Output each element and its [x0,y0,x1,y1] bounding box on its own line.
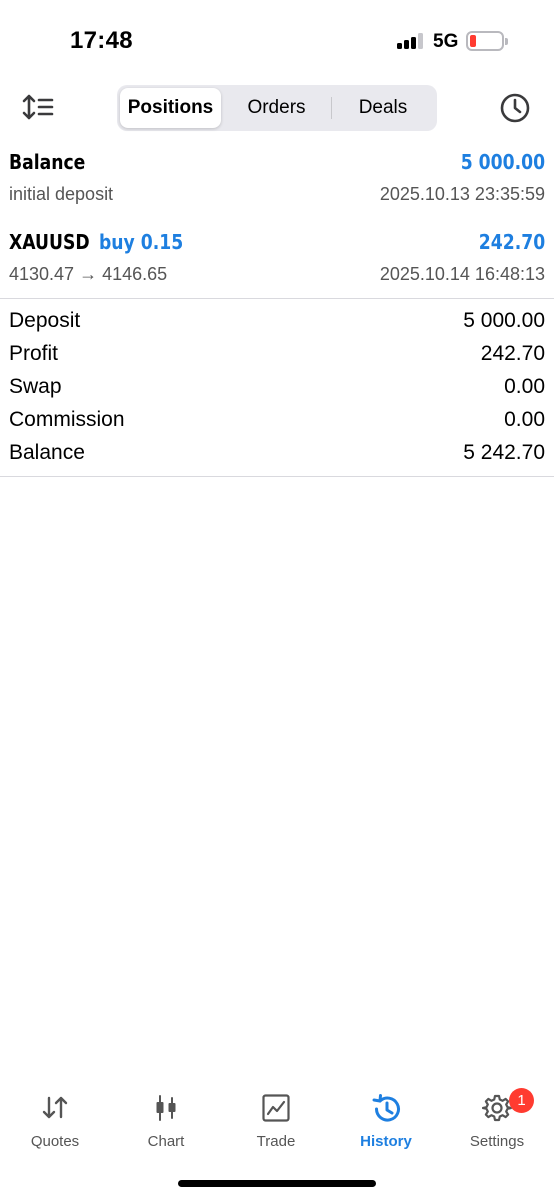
deal-time: 2025.10.14 16:48:13 [379,264,545,284]
cellular-signal-icon [397,33,425,49]
segmented-control: Positions Orders Deals [117,85,437,131]
summary-label: Commission [9,408,125,431]
divider [0,298,554,299]
deal-row-trade-top[interactable]: XAUUSD buy 0.15 242.70 [9,230,545,254]
sort-icon[interactable] [22,92,56,122]
summary-row-profit: Profit 242.70 [9,342,545,366]
summary-label: Deposit [9,309,81,332]
network-type: 5G [433,31,459,52]
tab-label: Quotes [30,1133,80,1150]
status-bar: 17:48 5G [0,0,554,80]
summary-value: 242.70 [480,342,545,365]
summary-value: 0.00 [504,408,545,431]
tab-orders[interactable]: Orders [223,88,330,128]
summary-label: Balance [9,441,85,464]
battery-icon [466,31,504,51]
summary-row-swap: Swap 0.00 [9,375,545,399]
deal-profit: 242.70 [478,230,545,254]
summary-value: 0.00 [504,375,545,398]
chart-icon [156,1095,176,1121]
deal-prices: 4130.47 → 4146.65 [9,264,168,284]
divider [0,476,554,477]
clock-icon[interactable] [499,92,531,124]
deal-row-trade-bottom: 4130.47 → 4146.65 2025.10.14 16:48:13 [9,264,545,285]
deal-row-balance-top[interactable]: Balance 5 000.00 [9,150,545,174]
bottom-tab-bar: Quotes Chart Trade History Settings [0,1088,554,1158]
deal-title: Balance [9,150,86,174]
tab-label: Settings [469,1133,525,1150]
tab-deals[interactable]: Deals [332,88,434,128]
tab-trade[interactable]: Trade [221,1088,331,1158]
history-icon [372,1094,400,1122]
status-time: 17:48 [70,27,133,54]
summary-value: 5 000.00 [463,309,545,332]
summary-label: Swap [9,375,62,398]
history-toolbar: Positions Orders Deals [0,80,554,138]
tab-label: History [360,1133,412,1150]
summary-row-deposit: Deposit 5 000.00 [9,309,545,333]
deal-row-balance-bottom: initial deposit 2025.10.13 23:35:59 [9,184,545,205]
tab-quotes[interactable]: Quotes [0,1088,110,1158]
deal-amount: 5 000.00 [460,150,545,174]
deal-comment: initial deposit [9,184,114,204]
deal-symbol: XAUUSD [9,230,90,254]
summary-label: Profit [9,342,59,365]
trade-icon [262,1094,290,1122]
quotes-icon [42,1096,68,1119]
tab-label: Chart [147,1133,185,1150]
deal-time: 2025.10.13 23:35:59 [379,184,545,204]
summary-value: 5 242.70 [463,441,545,464]
summary-row-balance: Balance 5 242.70 [9,441,545,465]
tab-settings[interactable]: Settings [442,1088,552,1158]
deal-side: buy 0.15 [99,230,184,254]
tab-history[interactable]: History [331,1088,441,1158]
summary-row-commission: Commission 0.00 [9,408,545,432]
tab-chart[interactable]: Chart [111,1088,221,1158]
settings-icon [482,1094,512,1122]
home-indicator[interactable] [178,1180,376,1187]
tab-positions[interactable]: Positions [120,88,221,128]
tab-label: Trade [256,1133,296,1150]
settings-badge: 1 [509,1088,534,1113]
